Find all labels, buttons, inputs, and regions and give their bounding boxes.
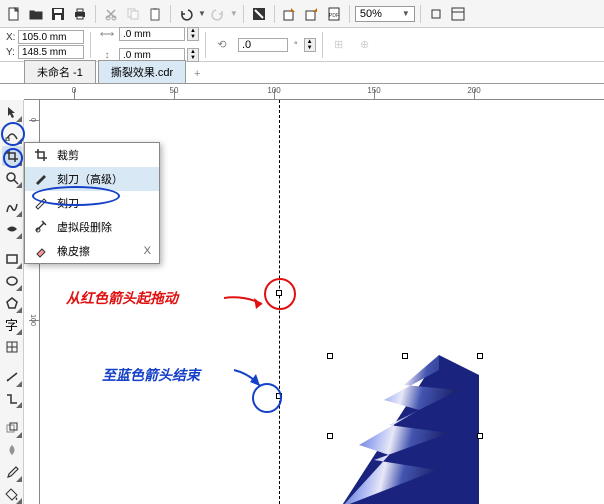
flyout-label: 橡皮擦	[57, 243, 90, 259]
freehand-tool[interactable]	[2, 198, 22, 218]
save-icon[interactable]	[48, 4, 68, 24]
flyout-eraser[interactable]: 橡皮擦 X	[25, 239, 159, 263]
pdf-icon[interactable]: PDF	[324, 4, 344, 24]
zoom-value: 50%	[360, 8, 382, 20]
selection-handle[interactable]	[327, 353, 333, 359]
flyout-label: 虚拟段删除	[57, 219, 112, 235]
ellipse-tool[interactable]	[2, 271, 22, 291]
dropdown-arrow-icon[interactable]: ▼	[198, 9, 206, 18]
flyout-shortcut: X	[144, 245, 151, 257]
knife-adv-icon	[33, 171, 49, 187]
add-tab-icon[interactable]: +	[188, 65, 206, 83]
separator	[420, 5, 421, 23]
connector-tool[interactable]	[2, 389, 22, 409]
crop-icon	[33, 147, 49, 163]
size-group: ⟷.0 mm▲▼ ↕.0 mm▲▼	[97, 24, 199, 65]
fill-tool[interactable]	[2, 484, 22, 504]
width-field[interactable]: .0 mm	[119, 27, 185, 41]
flyout-label: 裁剪	[57, 147, 79, 163]
property-bar: X:105.0 mm Y:148.5 mm ⟷.0 mm▲▼ ↕.0 mm▲▼ …	[0, 28, 604, 62]
selection-handle[interactable]	[402, 353, 408, 359]
x-field[interactable]: 105.0 mm	[18, 30, 84, 44]
blue-circle-tool-icon	[1, 122, 25, 146]
transparency-tool[interactable]	[2, 440, 22, 460]
new-icon[interactable]	[4, 4, 24, 24]
tab-unnamed[interactable]: 未命名 -1	[24, 60, 96, 83]
open-icon[interactable]	[26, 4, 46, 24]
eraser-icon	[33, 243, 49, 259]
tab-document[interactable]: 撕裂效果.cdr	[98, 60, 186, 83]
separator	[322, 32, 323, 58]
blue-arrow-icon	[232, 368, 268, 392]
rotate-icon: ⟲	[212, 35, 232, 55]
paste-icon[interactable]	[145, 4, 165, 24]
dropdown-arrow-icon[interactable]: ▼	[402, 9, 410, 18]
separator	[243, 5, 244, 23]
effects-tool[interactable]	[2, 418, 22, 438]
pick-tool[interactable]	[2, 102, 22, 122]
dropdown-arrow-icon[interactable]: ▼	[230, 9, 238, 18]
separator	[90, 32, 91, 58]
annotation-red: 从红色箭头起拖动	[66, 288, 178, 308]
add-icon[interactable]: ⊕	[355, 35, 375, 55]
separator	[95, 5, 96, 23]
snap-icon[interactable]	[426, 4, 446, 24]
zoom-tool[interactable]	[2, 168, 22, 188]
search-icon[interactable]	[249, 4, 269, 24]
red-circle-icon	[264, 278, 296, 310]
redo-icon[interactable]	[208, 4, 228, 24]
selection-handle[interactable]	[477, 433, 483, 439]
width-icon: ⟷	[97, 24, 117, 44]
separator	[349, 5, 350, 23]
separator	[170, 5, 171, 23]
position-group: X:105.0 mm Y:148.5 mm	[6, 30, 84, 59]
flyout-crop[interactable]: 裁剪	[25, 143, 159, 167]
copy-icon[interactable]	[123, 4, 143, 24]
rectangle-tool[interactable]	[2, 249, 22, 269]
text-tool[interactable]: 字	[2, 315, 22, 335]
options-icon[interactable]	[448, 4, 468, 24]
separator	[274, 5, 275, 23]
y-field[interactable]: 148.5 mm	[18, 45, 84, 59]
polygon-tool[interactable]	[2, 293, 22, 313]
red-arrow-icon	[224, 295, 268, 313]
undo-icon[interactable]	[176, 4, 196, 24]
selection-handle[interactable]	[477, 353, 483, 359]
selection-handle[interactable]	[327, 433, 333, 439]
preset-icon[interactable]: ⊞	[329, 35, 349, 55]
flyout-virtual-segment[interactable]: 虚拟段删除	[25, 215, 159, 239]
table-tool[interactable]	[2, 337, 22, 357]
x-label: X:	[6, 32, 16, 43]
horizontal-ruler: 0 50 100 150 200	[24, 84, 604, 100]
print-icon[interactable]	[70, 4, 90, 24]
torn-shape[interactable]	[329, 355, 479, 504]
main-toolbar: ▼ ▼ PDF 50% ▼	[0, 0, 604, 28]
blue-circle-crop-icon	[3, 148, 23, 168]
y-label: Y:	[6, 47, 16, 58]
svg-text:PDF: PDF	[329, 13, 339, 19]
cut-icon[interactable]	[101, 4, 121, 24]
angle-field[interactable]: .0	[238, 38, 288, 52]
blue-circle-knife-icon	[32, 186, 120, 206]
document-tabs: ◂ 未命名 -1 撕裂效果.cdr +	[0, 62, 604, 84]
spinner[interactable]: ▲▼	[187, 27, 199, 41]
flyout-label: 刻刀（高级）	[57, 171, 123, 187]
separator	[205, 32, 206, 58]
import-icon[interactable]	[280, 4, 300, 24]
eyedropper-tool[interactable]	[2, 462, 22, 482]
spinner[interactable]: ▲▼	[187, 48, 199, 62]
annotation-blue: 至蓝色箭头结束	[102, 365, 200, 385]
dimension-tool[interactable]	[2, 367, 22, 387]
virtual-seg-icon	[33, 219, 49, 235]
export-icon[interactable]	[302, 4, 322, 24]
spinner[interactable]: ▲▼	[304, 38, 316, 52]
zoom-level[interactable]: 50% ▼	[355, 6, 415, 22]
artistic-tool[interactable]	[2, 219, 22, 239]
